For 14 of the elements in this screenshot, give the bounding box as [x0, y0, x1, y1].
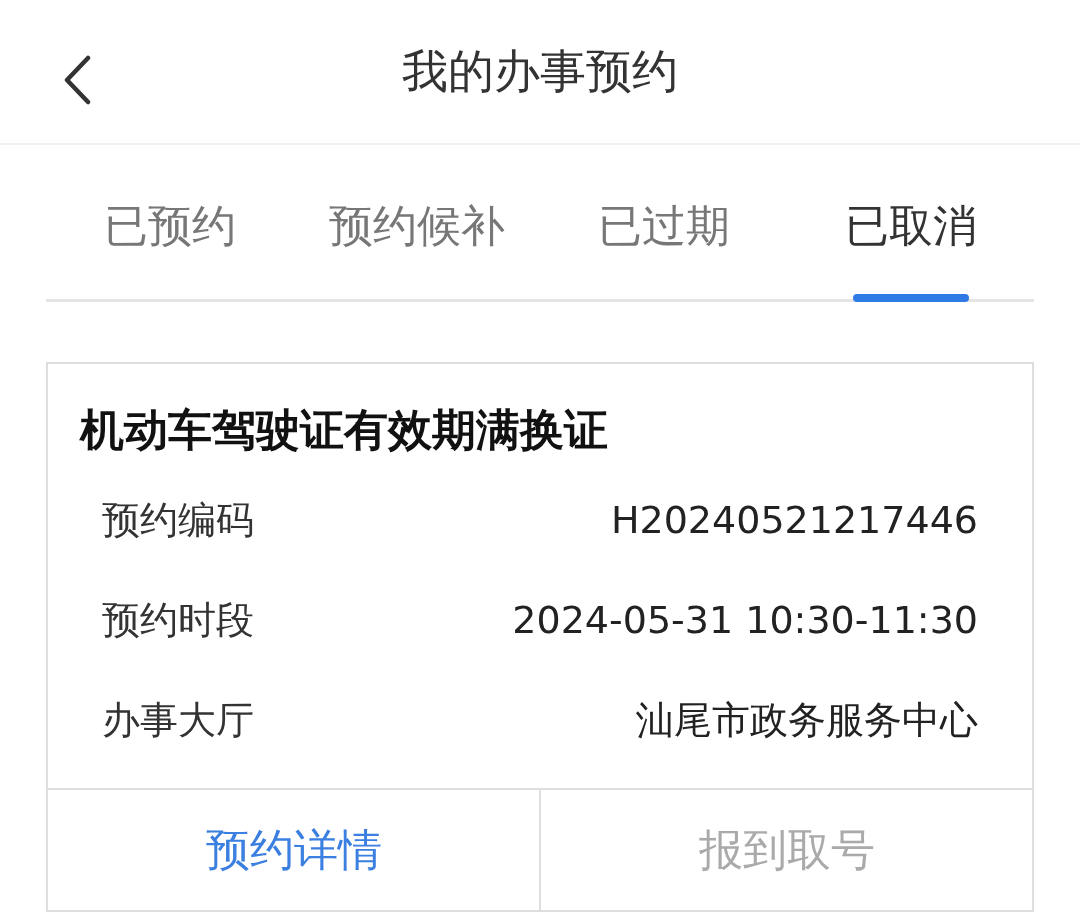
tab[interactable]: 预约候补: [293, 185, 540, 299]
tab[interactable]: 已过期: [540, 185, 787, 299]
field-label: 办事大厅: [102, 696, 254, 744]
card-title: 机动车驾驶证有效期满换证: [78, 403, 609, 457]
field-label: 预约时段: [102, 596, 254, 644]
tab[interactable]: 已取消: [787, 185, 1034, 299]
field-value: 2024-05-31 10:30-11:30: [512, 596, 978, 644]
field-label: 预约编码: [102, 496, 254, 544]
field-value: H20240521217446: [610, 496, 978, 544]
action-button[interactable]: 预约详情: [48, 790, 539, 910]
field-value: 汕尾市政务服务中心: [636, 696, 978, 744]
back-icon: [62, 55, 92, 105]
tab[interactable]: 已预约: [46, 185, 293, 299]
page-title: 我的办事预约: [402, 43, 678, 100]
